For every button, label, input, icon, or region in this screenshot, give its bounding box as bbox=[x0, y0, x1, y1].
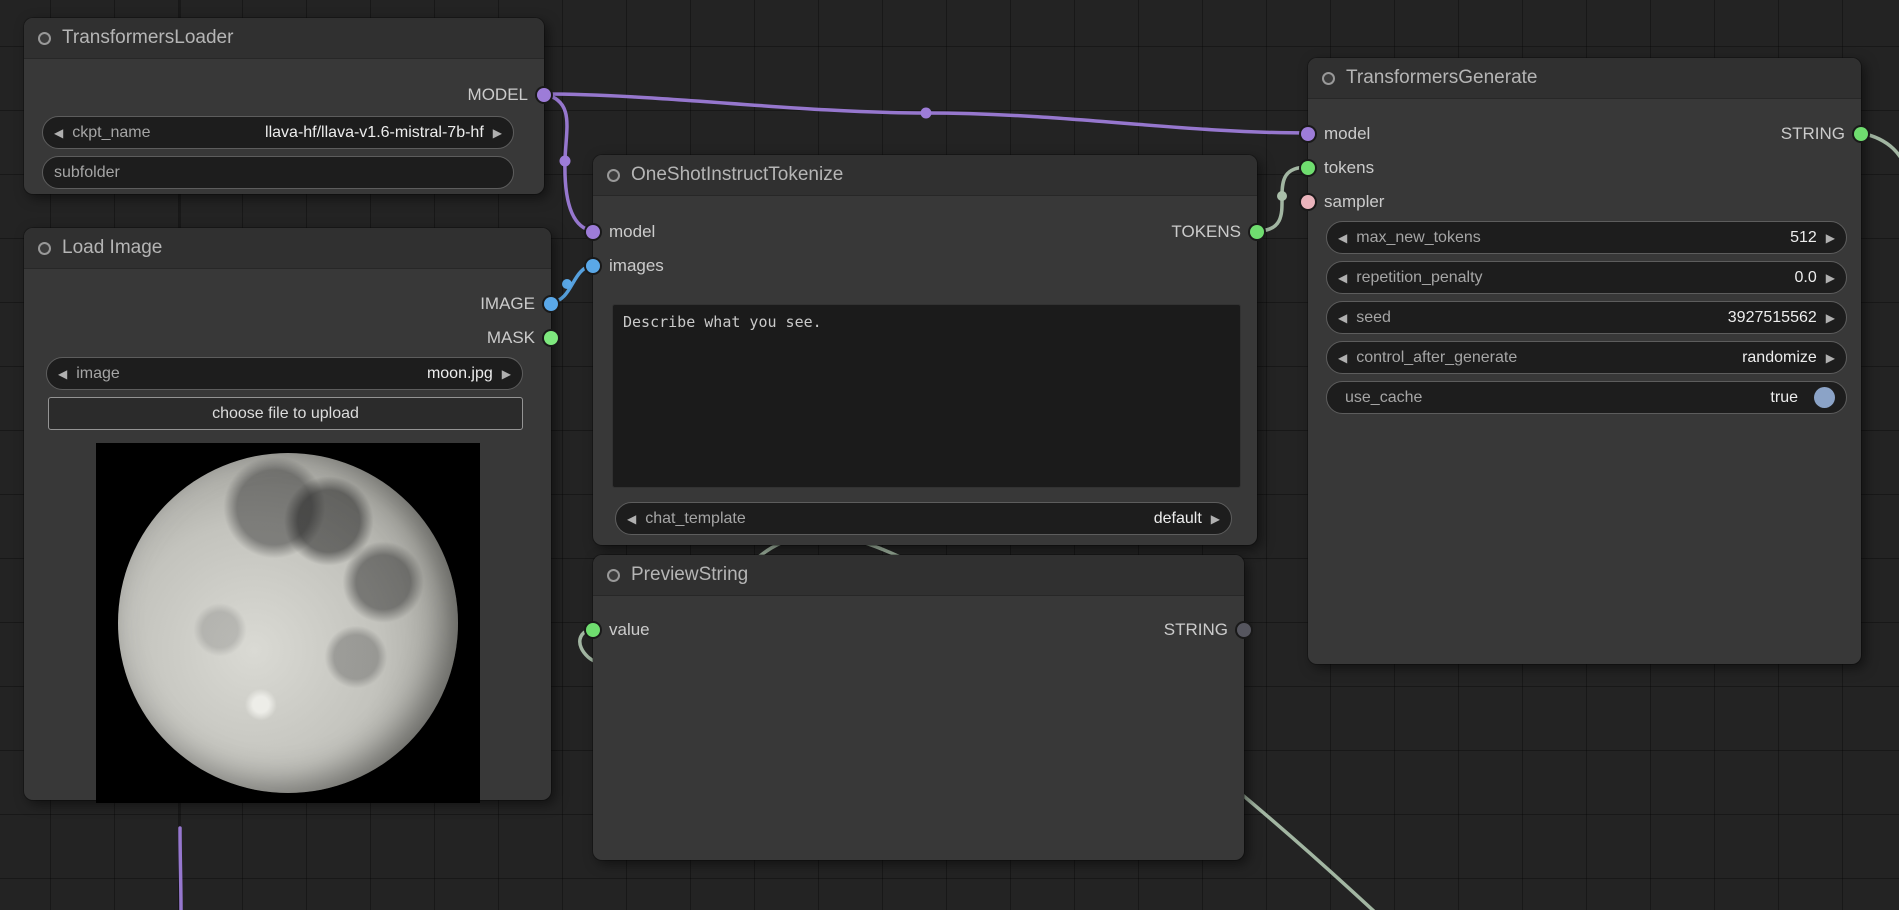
widget-label: chat_template bbox=[645, 510, 746, 528]
input-port-model[interactable] bbox=[1301, 127, 1315, 141]
input-port-value[interactable] bbox=[586, 623, 600, 637]
input-port-tokens[interactable] bbox=[1301, 161, 1315, 175]
arrow-left-icon[interactable]: ◀ bbox=[1338, 352, 1347, 364]
input-label-value: value bbox=[609, 620, 650, 640]
node-transformers-loader[interactable]: TransformersLoader MODEL ◀ ckpt_name lla… bbox=[24, 18, 544, 194]
node-title-bar[interactable]: OneShotInstructTokenize bbox=[593, 155, 1257, 196]
arrow-right-icon[interactable]: ▶ bbox=[502, 368, 511, 380]
widget-label: image bbox=[76, 365, 120, 383]
widget-chat-template[interactable]: ◀ chat_template default ▶ bbox=[615, 502, 1232, 535]
widget-value: 3927515562 bbox=[1400, 309, 1817, 327]
output-label-image: IMAGE bbox=[480, 294, 535, 314]
arrow-left-icon[interactable]: ◀ bbox=[58, 368, 67, 380]
widget-label: use_cache bbox=[1345, 389, 1422, 407]
input-label-model: model bbox=[609, 222, 655, 242]
wire-model-to-tokenize bbox=[544, 94, 593, 231]
input-port-images[interactable] bbox=[586, 259, 600, 273]
collapse-dot-icon[interactable] bbox=[607, 569, 620, 582]
prompt-textarea[interactable]: Describe what you see. bbox=[612, 304, 1241, 488]
widget-value: llava-hf/llava-v1.6-mistral-7b-hf bbox=[160, 124, 484, 142]
image-preview bbox=[96, 443, 480, 803]
widget-seed[interactable]: ◀ seed 3927515562 ▶ bbox=[1326, 301, 1847, 334]
widget-max-new-tokens[interactable]: ◀ max_new_tokens 512 ▶ bbox=[1326, 221, 1847, 254]
arrow-right-icon[interactable]: ▶ bbox=[1826, 232, 1835, 244]
collapse-dot-icon[interactable] bbox=[38, 32, 51, 45]
node-title: Load Image bbox=[62, 237, 162, 259]
output-label-tokens: TOKENS bbox=[1171, 222, 1241, 242]
input-label-sampler: sampler bbox=[1324, 192, 1384, 212]
widget-use-cache[interactable]: use_cache true bbox=[1326, 381, 1847, 414]
arrow-left-icon[interactable]: ◀ bbox=[1338, 312, 1347, 324]
node-title: TransformersLoader bbox=[62, 27, 233, 49]
widget-label: control_after_generate bbox=[1356, 349, 1517, 367]
moon-image bbox=[118, 453, 458, 793]
arrow-right-icon[interactable]: ▶ bbox=[1211, 513, 1220, 525]
output-label-mask: MASK bbox=[487, 328, 535, 348]
widget-label: repetition_penalty bbox=[1356, 269, 1482, 287]
link-middle-dot bbox=[560, 156, 571, 167]
output-port-string[interactable] bbox=[1854, 127, 1868, 141]
node-oneshot-instruct-tokenize[interactable]: OneShotInstructTokenize model TOKENS ima… bbox=[593, 155, 1257, 545]
wire-model-to-generate bbox=[544, 94, 1308, 133]
widget-control-after-generate[interactable]: ◀ control_after_generate randomize ▶ bbox=[1326, 341, 1847, 374]
output-port-image[interactable] bbox=[544, 297, 558, 311]
node-graph-canvas[interactable]: TransformersLoader MODEL ◀ ckpt_name lla… bbox=[0, 0, 1899, 910]
input-label-model: model bbox=[1324, 124, 1370, 144]
wire-string-offscreen bbox=[1861, 133, 1899, 174]
widget-value: randomize bbox=[1526, 349, 1817, 367]
node-title: PreviewString bbox=[631, 564, 748, 586]
input-label-images: images bbox=[609, 256, 664, 276]
widget-repetition-penalty[interactable]: ◀ repetition_penalty 0.0 ▶ bbox=[1326, 261, 1847, 294]
output-label-string: STRING bbox=[1164, 620, 1228, 640]
arrow-left-icon[interactable]: ◀ bbox=[627, 513, 636, 525]
widget-label: subfolder bbox=[54, 164, 120, 182]
node-preview-string[interactable]: PreviewString value STRING bbox=[593, 555, 1244, 860]
link-middle-dot bbox=[921, 108, 932, 119]
arrow-left-icon[interactable]: ◀ bbox=[54, 127, 63, 139]
arrow-right-icon[interactable]: ▶ bbox=[493, 127, 502, 139]
widget-value: 0.0 bbox=[1492, 269, 1817, 287]
collapse-dot-icon[interactable] bbox=[607, 169, 620, 182]
widget-value: 512 bbox=[1490, 229, 1817, 247]
widget-label: ckpt_name bbox=[72, 124, 150, 142]
widget-value: true bbox=[1431, 389, 1798, 407]
widget-value: default bbox=[755, 510, 1202, 528]
widget-value: moon.jpg bbox=[129, 365, 493, 383]
output-label-string: STRING bbox=[1781, 124, 1845, 144]
output-port-model[interactable] bbox=[537, 88, 551, 102]
widget-subfolder[interactable]: subfolder bbox=[42, 156, 514, 189]
widget-image[interactable]: ◀ image moon.jpg ▶ bbox=[46, 357, 523, 390]
wire-image-to-tokenize bbox=[551, 265, 593, 303]
link-middle-dot bbox=[1277, 191, 1287, 201]
node-title-bar[interactable]: Load Image bbox=[24, 228, 551, 269]
arrow-right-icon[interactable]: ▶ bbox=[1826, 312, 1835, 324]
arrow-right-icon[interactable]: ▶ bbox=[1826, 272, 1835, 284]
node-title-bar[interactable]: PreviewString bbox=[593, 555, 1244, 596]
output-port-mask[interactable] bbox=[544, 331, 558, 345]
node-title: OneShotInstructTokenize bbox=[631, 164, 843, 186]
widget-label: seed bbox=[1356, 309, 1391, 327]
use-cache-toggle[interactable] bbox=[1814, 387, 1835, 408]
widget-ckpt-name[interactable]: ◀ ckpt_name llava-hf/llava-v1.6-mistral-… bbox=[42, 116, 514, 149]
collapse-dot-icon[interactable] bbox=[1322, 72, 1335, 85]
input-port-sampler[interactable] bbox=[1301, 195, 1315, 209]
arrow-right-icon[interactable]: ▶ bbox=[1826, 352, 1835, 364]
node-load-image[interactable]: Load Image IMAGE MASK ◀ image moon.jpg ▶… bbox=[24, 228, 551, 800]
widget-label: max_new_tokens bbox=[1356, 229, 1481, 247]
arrow-left-icon[interactable]: ◀ bbox=[1338, 272, 1347, 284]
collapse-dot-icon[interactable] bbox=[38, 242, 51, 255]
node-title-bar[interactable]: TransformersLoader bbox=[24, 18, 544, 59]
input-label-tokens: tokens bbox=[1324, 158, 1374, 178]
output-port-tokens[interactable] bbox=[1250, 225, 1264, 239]
node-title-bar[interactable]: TransformersGenerate bbox=[1308, 58, 1861, 99]
choose-file-button[interactable]: choose file to upload bbox=[48, 397, 523, 430]
node-transformers-generate[interactable]: TransformersGenerate model STRING tokens… bbox=[1308, 58, 1861, 664]
arrow-left-icon[interactable]: ◀ bbox=[1338, 232, 1347, 244]
node-title: TransformersGenerate bbox=[1346, 67, 1537, 89]
output-label-model: MODEL bbox=[468, 85, 528, 105]
output-port-string[interactable] bbox=[1237, 623, 1251, 637]
link-middle-dot bbox=[562, 279, 572, 289]
input-port-model[interactable] bbox=[586, 225, 600, 239]
